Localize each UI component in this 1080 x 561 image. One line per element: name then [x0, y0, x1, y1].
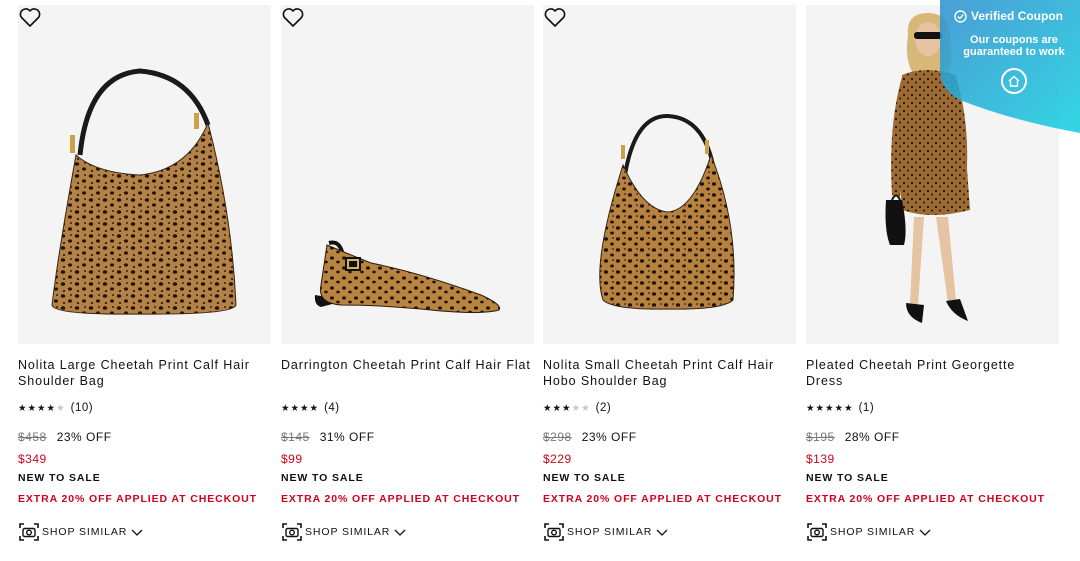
new-to-sale-badge: NEW TO SALE	[18, 472, 101, 484]
stars-empty: ★★	[571, 402, 591, 414]
product-rating: ★★★★ (4)	[281, 402, 340, 414]
coupon-description: Our coupons are guaranteed to work	[963, 34, 1065, 58]
review-count: (2)	[595, 402, 612, 414]
product-title[interactable]: Darrington Cheetah Print Calf Hair Flat	[281, 357, 531, 373]
review-count: (10)	[70, 402, 94, 414]
product-title[interactable]: Pleated Cheetah Print Georgette Dress	[806, 357, 1056, 389]
product-title[interactable]: Nolita Large Cheetah Print Calf Hair Sho…	[18, 357, 268, 389]
star-rating: ★★★★	[281, 403, 319, 414]
promo-message: EXTRA 20% OFF APPLIED AT CHECKOUT	[18, 493, 257, 505]
product-title[interactable]: Nolita Small Cheetah Print Calf Hair Hob…	[543, 357, 793, 389]
product-image[interactable]	[18, 5, 271, 344]
stars-filled: ★★★★★	[806, 402, 854, 414]
sale-price: $229	[543, 452, 572, 466]
product-rating: ★★★★★ (1)	[806, 402, 874, 414]
star-rating: ★★★★★	[543, 403, 591, 414]
hobo-bag-image	[599, 113, 735, 310]
original-price: $298	[543, 430, 572, 444]
camera-scan-icon	[807, 523, 827, 541]
star-rating: ★★★★★	[806, 403, 854, 414]
discount-label: 23% OFF	[56, 430, 112, 444]
chevron-down-icon	[919, 529, 931, 536]
slingback-flat-image	[314, 240, 501, 313]
coupon-title: Verified Coupon	[954, 9, 1063, 23]
new-to-sale-badge: NEW TO SALE	[281, 472, 364, 484]
pricing-row: $298 23% OFF	[543, 430, 637, 444]
shop-similar-button[interactable]: SHOP SIMILAR	[806, 520, 931, 544]
discount-label: 31% OFF	[319, 430, 375, 444]
coupon-home-button[interactable]	[1001, 68, 1027, 94]
stars-filled: ★★★★	[18, 402, 57, 414]
camera-scan-icon	[544, 523, 564, 541]
heart-icon[interactable]	[543, 5, 567, 29]
camera-scan-icon	[282, 523, 302, 541]
chevron-down-icon	[131, 529, 143, 536]
product-image[interactable]	[543, 5, 796, 344]
promo-message: EXTRA 20% OFF APPLIED AT CHECKOUT	[543, 493, 782, 505]
shop-similar-button[interactable]: SHOP SIMILAR	[281, 520, 406, 544]
original-price: $458	[18, 430, 47, 444]
product-grid: Nolita Large Cheetah Print Calf Hair Sho…	[18, 5, 1080, 561]
new-to-sale-badge: NEW TO SALE	[543, 472, 626, 484]
home-icon	[1008, 75, 1020, 87]
stars-empty: ★	[56, 402, 66, 414]
check-circle-icon	[954, 9, 967, 23]
camera-scan-icon	[19, 523, 39, 541]
chevron-down-icon	[394, 529, 406, 536]
verified-coupon-widget[interactable]: Verified Coupon Our coupons are guarante…	[940, 0, 1080, 133]
pricing-row: $145 31% OFF	[281, 430, 375, 444]
sale-price: $139	[806, 452, 835, 466]
shop-similar-label: SHOP SIMILAR	[830, 526, 916, 538]
stars-filled: ★★★★	[281, 402, 320, 414]
pricing-row: $195 28% OFF	[806, 430, 900, 444]
new-to-sale-badge: NEW TO SALE	[806, 472, 889, 484]
stars-filled: ★★★	[543, 402, 572, 414]
original-price: $195	[806, 430, 835, 444]
discount-label: 28% OFF	[844, 430, 900, 444]
product-image[interactable]	[281, 5, 534, 344]
product-card[interactable]: Nolita Large Cheetah Print Calf Hair Sho…	[18, 5, 271, 561]
chevron-down-icon	[656, 529, 668, 536]
shop-similar-label: SHOP SIMILAR	[567, 526, 653, 538]
shoulder-bag-image	[51, 68, 237, 315]
sale-price: $99	[281, 452, 303, 466]
heart-icon[interactable]	[281, 5, 305, 29]
product-rating: ★★★★★ (2)	[543, 402, 611, 414]
product-rating: ★★★★★ (10)	[18, 402, 93, 414]
shop-similar-button[interactable]: SHOP SIMILAR	[543, 520, 668, 544]
shop-similar-label: SHOP SIMILAR	[42, 526, 128, 538]
coupon-title-text: Verified Coupon	[971, 9, 1064, 23]
promo-message: EXTRA 20% OFF APPLIED AT CHECKOUT	[806, 493, 1045, 505]
sale-price: $349	[18, 452, 47, 466]
pricing-row: $458 23% OFF	[18, 430, 112, 444]
discount-label: 23% OFF	[581, 430, 637, 444]
product-card[interactable]: Nolita Small Cheetah Print Calf Hair Hob…	[543, 5, 796, 561]
shop-similar-button[interactable]: SHOP SIMILAR	[18, 520, 143, 544]
review-count: (1)	[858, 402, 875, 414]
review-count: (4)	[324, 402, 340, 414]
product-card[interactable]: Darrington Cheetah Print Calf Hair Flat …	[281, 5, 534, 561]
shop-similar-label: SHOP SIMILAR	[305, 526, 391, 538]
original-price: $145	[281, 430, 310, 444]
promo-message: EXTRA 20% OFF APPLIED AT CHECKOUT	[281, 493, 520, 505]
star-rating: ★★★★★	[18, 403, 66, 414]
heart-icon[interactable]	[18, 5, 42, 29]
